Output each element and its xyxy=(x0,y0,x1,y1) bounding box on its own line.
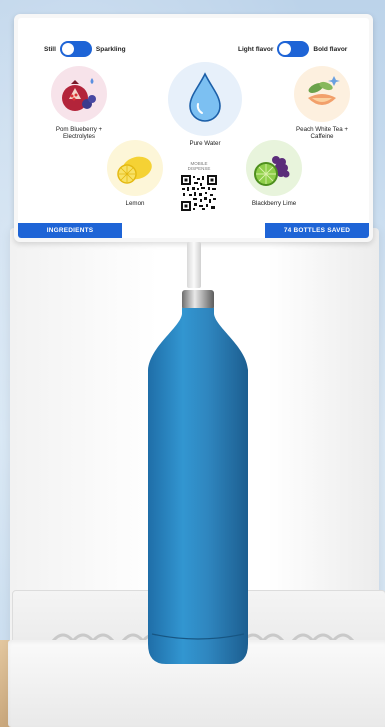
mobile-dispense-label: MOBILE DISPENSE xyxy=(187,161,211,172)
bottles-saved-button[interactable]: 74 BOTTLES SAVED xyxy=(265,223,369,238)
option-label-peach-white-tea: Peach White Tea + Caffeine xyxy=(296,126,348,141)
flavor-toggle-row: Light flavor Bold flavor xyxy=(238,41,347,57)
lemon-icon xyxy=(107,140,163,196)
sparkling-label: Sparkling xyxy=(95,45,126,53)
option-pom-blueberry[interactable]: Pom Blueberry + Electrolytes xyxy=(44,66,114,140)
qr-code-icon xyxy=(181,174,217,211)
option-lemon[interactable]: Lemon xyxy=(104,140,166,207)
bold-flavor-label: Bold flavor xyxy=(313,45,348,53)
option-pure-water[interactable]: Pure Water xyxy=(166,62,244,147)
light-flavor-label: Light flavor xyxy=(238,45,274,53)
carbonation-toggle[interactable] xyxy=(59,41,92,57)
water-drop-icon xyxy=(168,62,242,136)
still-label: Still xyxy=(44,45,56,53)
touch-screen: Still Sparkling Light flavor Bold flavor xyxy=(18,18,369,238)
option-label-blackberry-lime: Blackberry Lime xyxy=(251,200,297,207)
peach-tea-icon xyxy=(294,66,350,122)
flavor-strength-toggle[interactable] xyxy=(277,41,310,57)
dispenser-nozzle xyxy=(187,242,201,288)
carbonation-toggle-row: Still Sparkling xyxy=(44,41,126,57)
option-blackberry-lime[interactable]: Blackberry Lime xyxy=(240,140,308,207)
option-label-lemon: Lemon xyxy=(125,200,145,207)
option-label-pure-water: Pure Water xyxy=(189,140,221,147)
blackberry-lime-icon xyxy=(246,140,302,196)
water-dispenser: Still Sparkling Light flavor Bold flavor xyxy=(6,0,385,727)
option-peach-white-tea[interactable]: Peach White Tea + Caffeine xyxy=(288,66,356,140)
ingredients-button[interactable]: INGREDIENTS xyxy=(18,223,122,238)
pomegranate-blueberry-icon xyxy=(51,66,107,122)
water-bottle xyxy=(148,290,248,664)
mobile-dispense-block[interactable]: MOBILE DISPENSE xyxy=(181,161,217,211)
option-label-pom-blueberry: Pom Blueberry + Electrolytes xyxy=(55,126,103,141)
